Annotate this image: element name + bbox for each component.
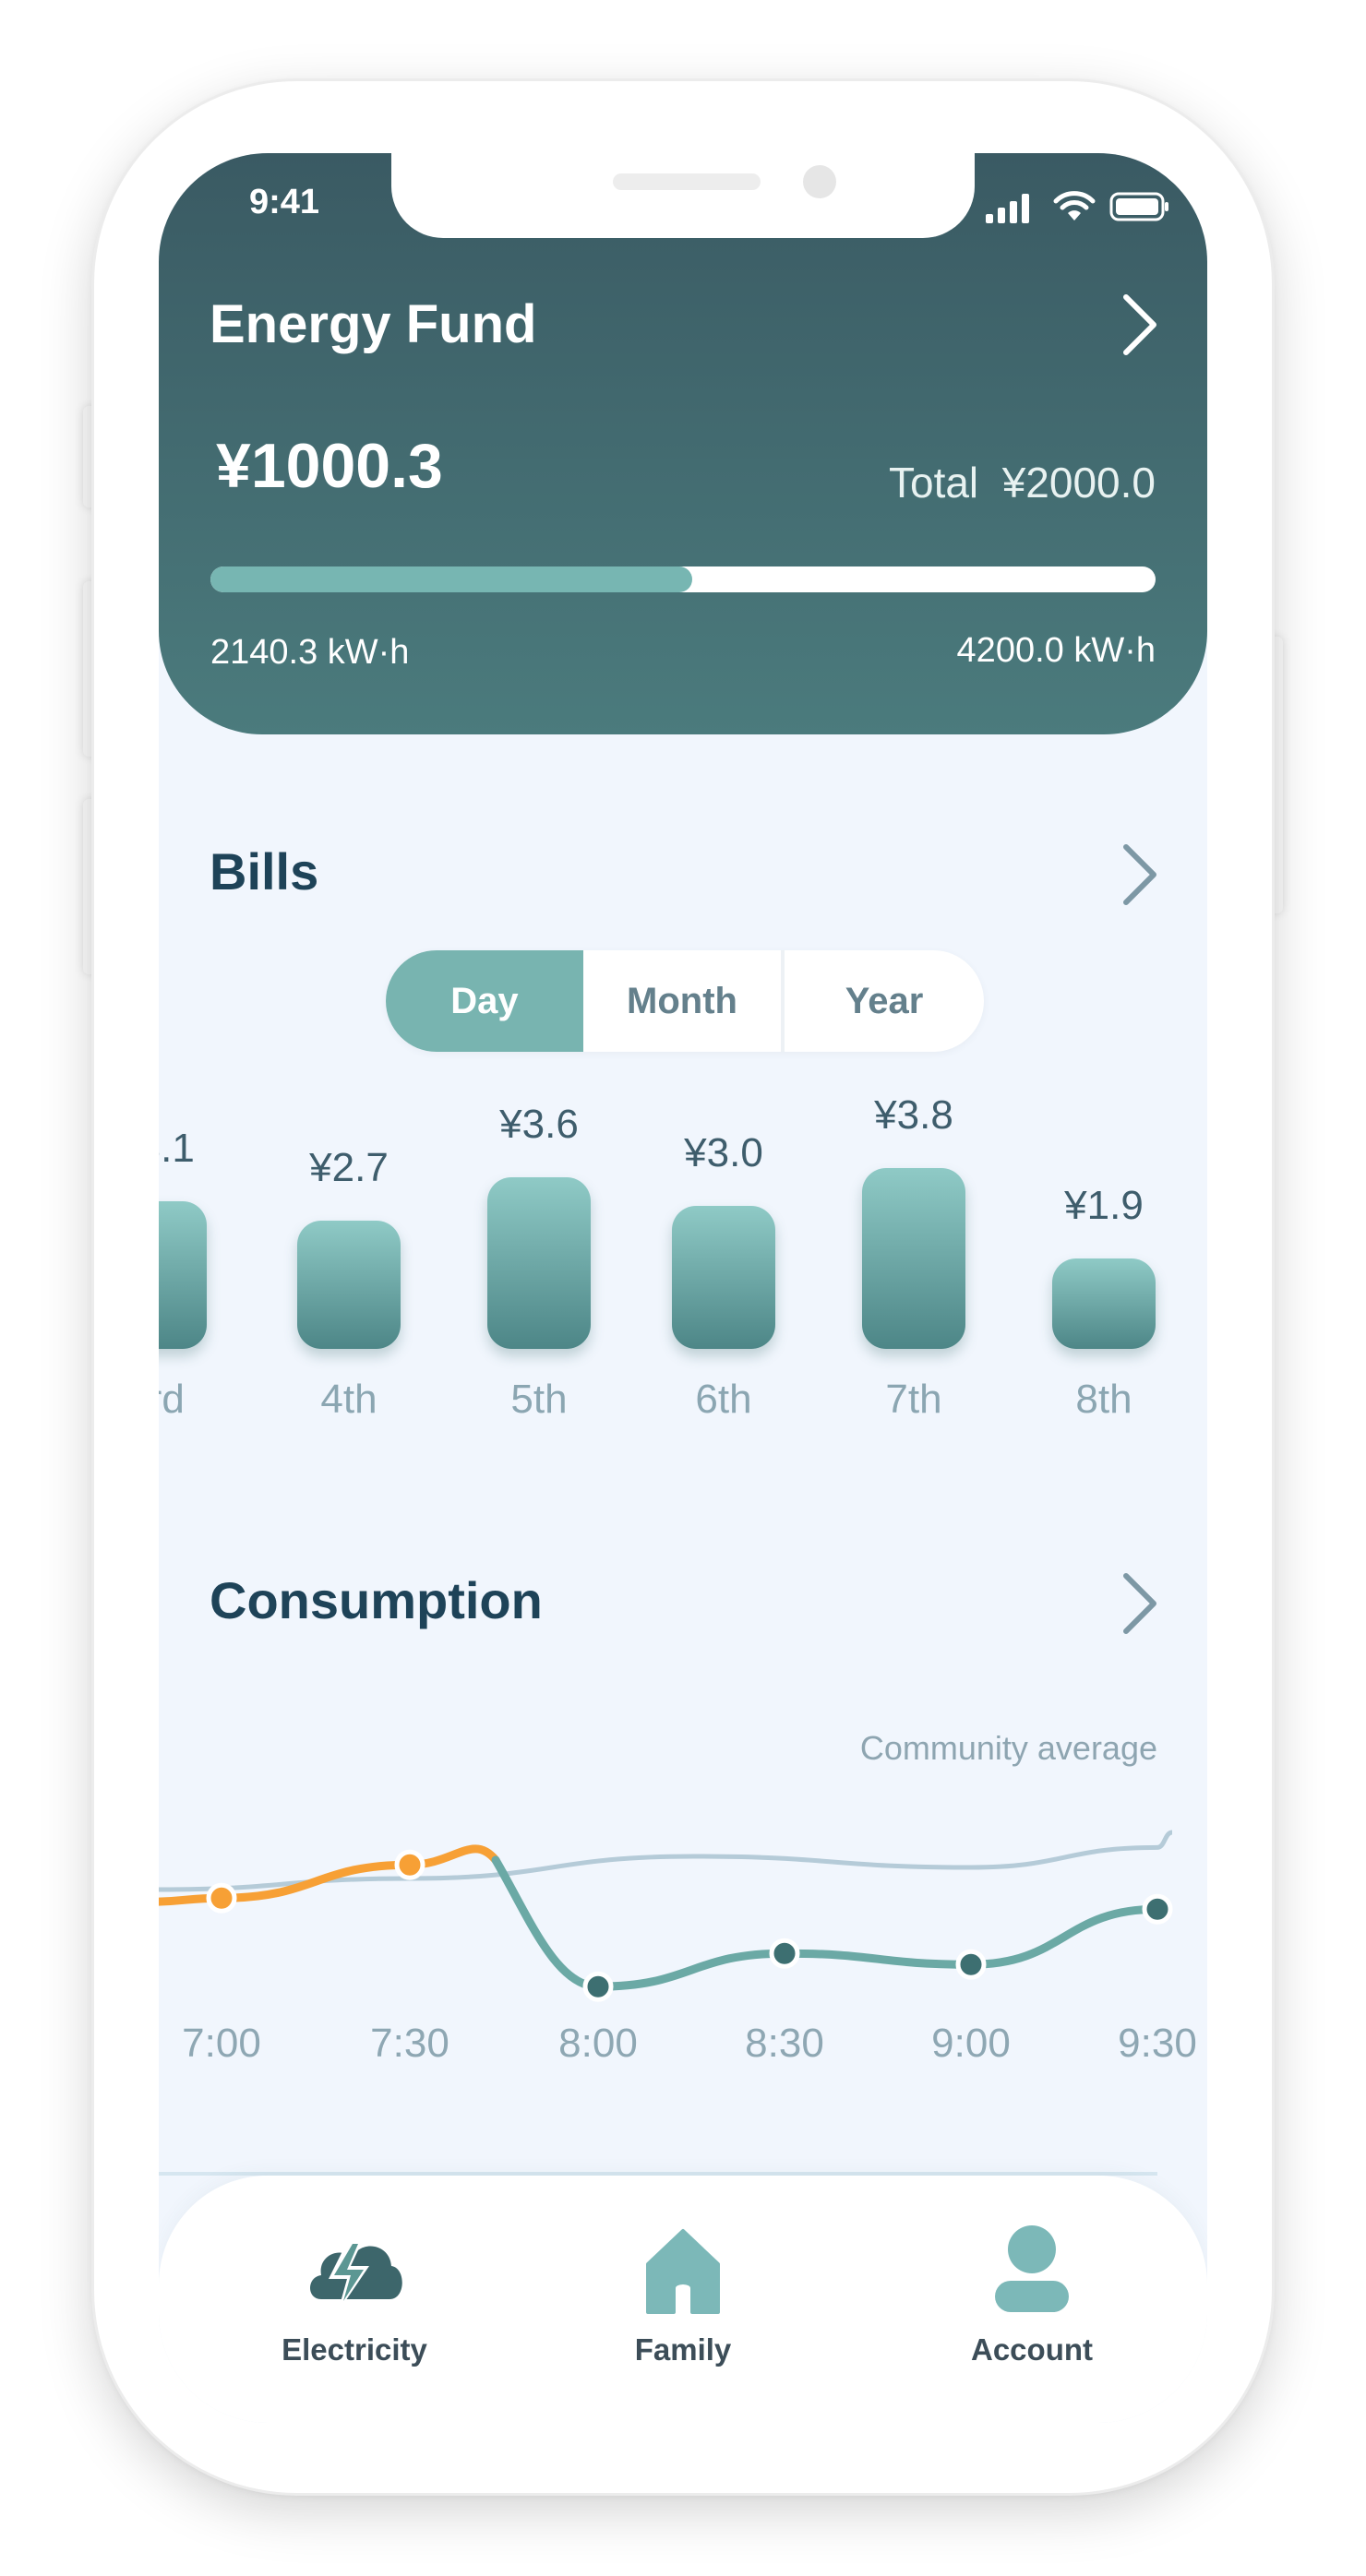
- energy-fund-card[interactable]: 9:41 Energy Fund ¥1000.3 Total ¥2000.0 2…: [159, 153, 1207, 734]
- nav-family-label: Family: [634, 2332, 732, 2367]
- bill-bar[interactable]: [672, 1206, 775, 1349]
- consumption-point: [769, 1938, 800, 1969]
- fund-total-value: ¥2000.0: [1001, 459, 1156, 507]
- bill-day-label: 7th: [885, 1377, 942, 1422]
- electricity-icon: [305, 2224, 404, 2316]
- phone-screen: 9:41 Energy Fund ¥1000.3 Total ¥2000.0 2…: [159, 153, 1207, 2423]
- bill-bar[interactable]: [159, 1201, 207, 1349]
- bill-day-label: 6th: [695, 1377, 752, 1422]
- time-tick-label: 9:30: [1118, 2021, 1197, 2066]
- chevron-right-icon[interactable]: [1117, 841, 1161, 908]
- fund-balance: ¥1000.3: [216, 431, 443, 501]
- consumption-point: [955, 1949, 987, 1980]
- speaker-grille: [613, 173, 761, 190]
- tab-day[interactable]: Day: [386, 950, 583, 1052]
- total-energy: 4200.0 kW·h: [956, 631, 1156, 670]
- status-icons: [986, 190, 1170, 223]
- bill-day-label: 4th: [320, 1377, 377, 1422]
- battery-icon: [1109, 192, 1170, 221]
- period-selector: Day Month Year: [386, 950, 984, 1052]
- consumption-chart: [159, 1830, 1173, 2176]
- bill-day-label: 8th: [1075, 1377, 1132, 1422]
- chevron-right-icon[interactable]: [1117, 292, 1161, 358]
- nav-electricity[interactable]: Electricity: [234, 2176, 474, 2423]
- fund-total-label: Total: [888, 459, 979, 507]
- bill-value-label: ¥3.0: [684, 1130, 763, 1175]
- front-camera: [803, 165, 836, 198]
- cellular-signal-icon: [986, 190, 1037, 223]
- bill-value-label: ¥1.9: [1064, 1183, 1144, 1228]
- consumption-point: [394, 1849, 425, 1880]
- time-tick-label: 7:30: [370, 2021, 449, 2066]
- consumption-title: Consumption: [210, 1571, 543, 1629]
- time-tick-label: 7:00: [182, 2021, 261, 2066]
- bill-bar[interactable]: [297, 1221, 401, 1349]
- bill-day-label: 5th: [510, 1377, 568, 1422]
- consumption-point: [582, 1971, 614, 2002]
- bill-value-label: ¥3.6: [499, 1102, 579, 1147]
- consumption-point: [206, 1882, 237, 1914]
- bill-value-label: ¥3.8: [874, 1092, 953, 1138]
- wifi-icon: [1052, 190, 1096, 223]
- fund-total: Total ¥2000.0: [889, 458, 1156, 507]
- bill-bar[interactable]: [862, 1168, 965, 1349]
- nav-account[interactable]: Account: [912, 2176, 1152, 2423]
- bills-title: Bills: [210, 842, 319, 900]
- used-energy: 2140.3 kW·h: [210, 633, 410, 672]
- home-icon: [633, 2224, 733, 2316]
- account-icon: [982, 2224, 1082, 2316]
- bill-day-label: 3rd: [159, 1377, 185, 1422]
- nav-family[interactable]: Family: [563, 2176, 803, 2423]
- status-time: 9:41: [249, 183, 320, 221]
- bill-bar[interactable]: [487, 1177, 591, 1349]
- bill-value-label: ¥2.7: [309, 1145, 389, 1190]
- consumption-line: [491, 1855, 1162, 1991]
- fund-progress-fill: [210, 566, 693, 592]
- consumption-point: [1142, 1893, 1173, 1925]
- bill-value-label: ¥3.1: [159, 1126, 195, 1171]
- notch: [391, 153, 975, 238]
- nav-electricity-label: Electricity: [282, 2332, 427, 2367]
- tab-month[interactable]: Month: [583, 950, 781, 1052]
- time-tick-label: 8:30: [745, 2021, 824, 2066]
- bottom-navigation: Electricity Family Account: [159, 2176, 1207, 2423]
- nav-account-label: Account: [971, 2332, 1093, 2367]
- fund-progress-bar: [210, 566, 1156, 592]
- tab-year[interactable]: Year: [785, 950, 984, 1052]
- time-tick-label: 9:00: [931, 2021, 1011, 2066]
- bill-bar[interactable]: [1052, 1258, 1156, 1349]
- time-tick-label: 8:00: [558, 2021, 638, 2066]
- energy-fund-title: Energy Fund: [210, 294, 537, 354]
- chevron-right-icon[interactable]: [1117, 1570, 1161, 1637]
